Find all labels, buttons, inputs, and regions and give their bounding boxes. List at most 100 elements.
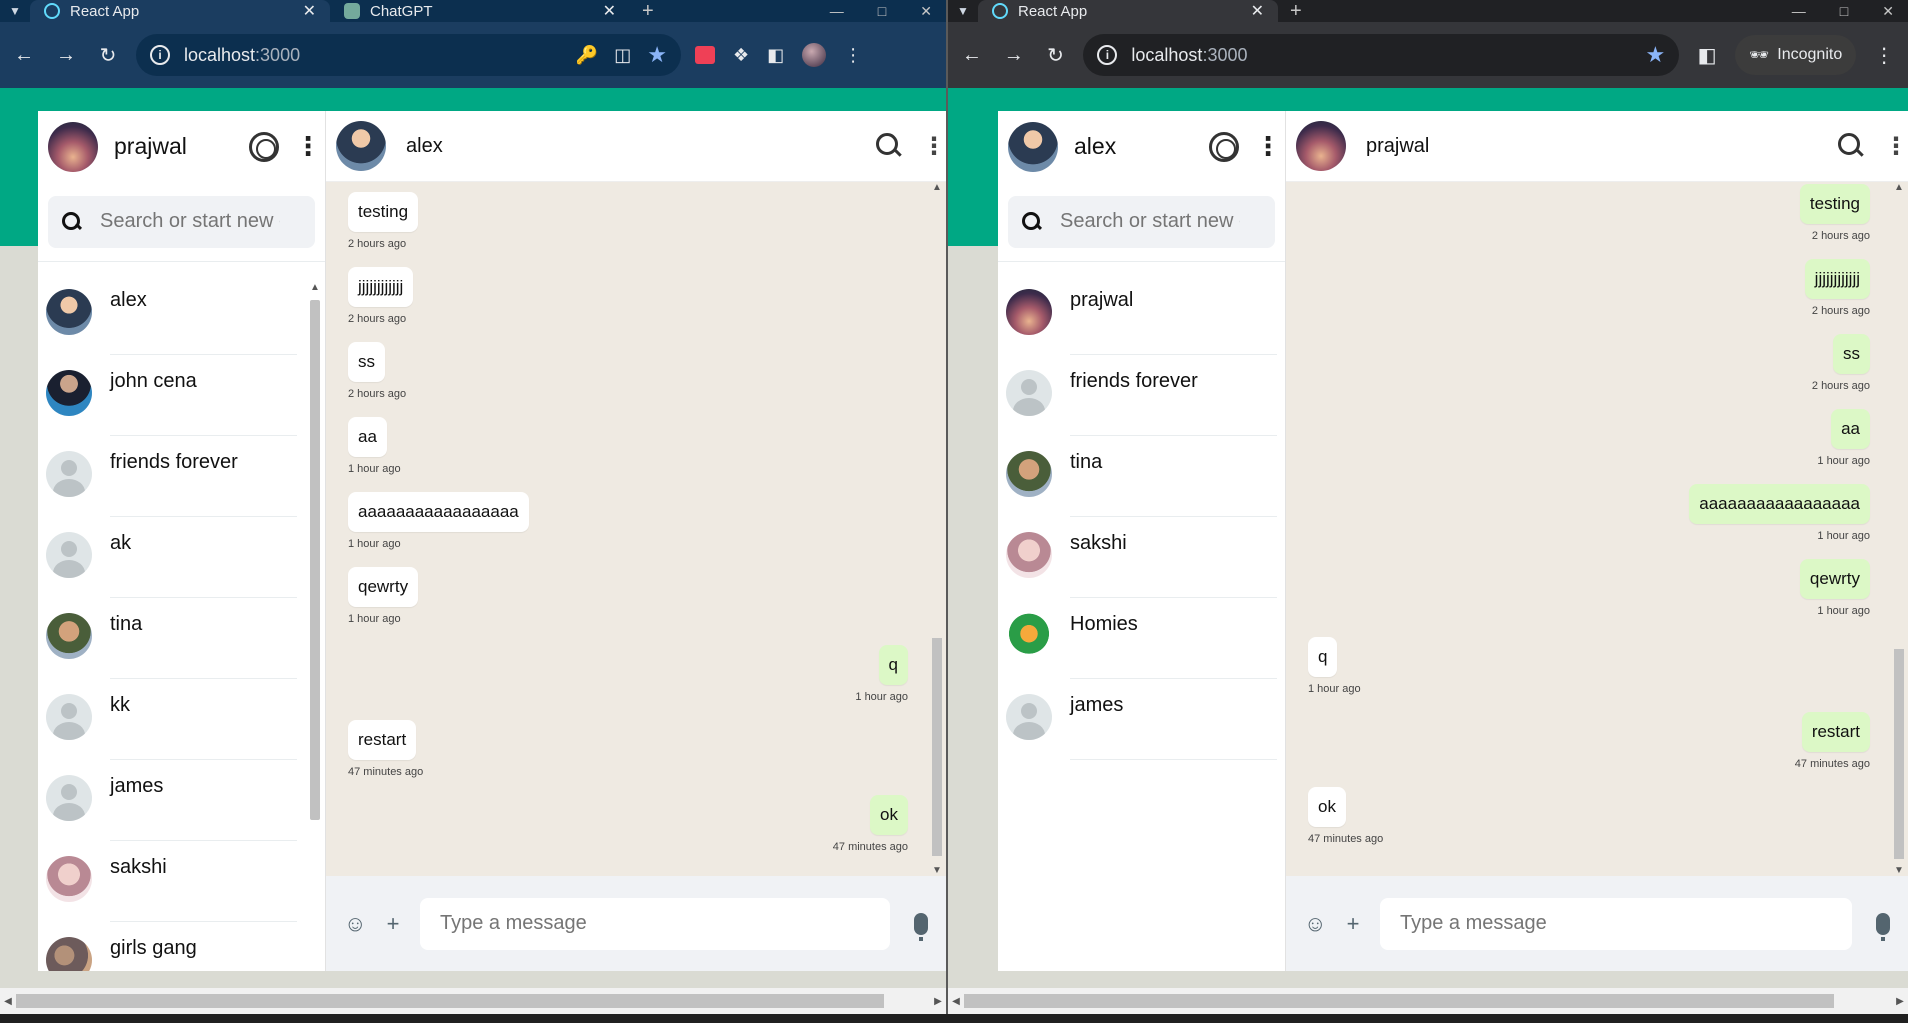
tab-search-icon[interactable]: ▼ xyxy=(948,0,978,22)
scroll-left-icon[interactable]: ◀ xyxy=(948,996,964,1007)
close-icon[interactable]: ✕ xyxy=(603,1,616,21)
install-app-icon[interactable]: ◫ xyxy=(614,45,631,66)
close-window-icon[interactable]: ✕ xyxy=(920,3,932,20)
back-icon[interactable]: ← xyxy=(958,44,986,67)
attach-plus-icon[interactable]: + xyxy=(382,911,404,937)
chat-item-alex[interactable]: alex xyxy=(38,274,325,355)
chat-item-james[interactable]: james xyxy=(38,760,325,841)
message-scrollbar[interactable]: ▲ ▼ xyxy=(1892,182,1906,876)
chat-item-friends-forever[interactable]: friends forever xyxy=(998,355,1285,436)
user-avatar[interactable] xyxy=(48,121,98,172)
new-tab-icon[interactable]: + xyxy=(1278,0,1314,22)
attach-plus-icon[interactable]: + xyxy=(1342,911,1364,937)
scroll-left-icon[interactable]: ◀ xyxy=(0,996,16,1007)
forward-icon[interactable]: → xyxy=(1000,44,1028,67)
chat-item-label: prajwal xyxy=(1070,274,1277,355)
bookmark-star-icon[interactable]: ★ xyxy=(1645,42,1665,68)
chat-item-tina[interactable]: tina xyxy=(38,598,325,679)
bookmark-star-icon[interactable]: ★ xyxy=(647,42,667,68)
scroll-right-icon[interactable]: ▶ xyxy=(930,996,946,1007)
maximize-icon[interactable]: □ xyxy=(878,3,886,19)
scroll-thumb[interactable] xyxy=(310,300,320,820)
pocket-extension-icon[interactable] xyxy=(695,46,715,64)
message-input[interactable] xyxy=(1380,897,1852,950)
maximize-icon[interactable]: □ xyxy=(1840,3,1848,19)
tab-react-app[interactable]: React App ✕ xyxy=(30,0,330,22)
side-panel-icon[interactable]: ◧ xyxy=(1693,43,1721,68)
chat-item-prajwal[interactable]: prajwal xyxy=(998,274,1285,355)
scroll-thumb[interactable] xyxy=(1894,649,1904,859)
scroll-up-icon[interactable]: ▲ xyxy=(1892,182,1906,193)
chat-list-scrollbar[interactable]: ▲ xyxy=(307,282,323,971)
scroll-down-icon[interactable]: ▼ xyxy=(930,865,944,876)
close-window-icon[interactable]: ✕ xyxy=(1882,3,1894,20)
search-area xyxy=(38,182,325,262)
tab-react-app[interactable]: React App ✕ xyxy=(978,0,1278,22)
contact-avatar[interactable] xyxy=(336,121,386,171)
reload-icon[interactable]: ↻ xyxy=(94,43,122,68)
chat-item-friends-forever[interactable]: friends forever xyxy=(38,436,325,517)
emoji-icon[interactable]: ☺ xyxy=(1304,911,1326,937)
tab-search-icon[interactable]: ▼ xyxy=(0,0,30,22)
menu-dots-icon[interactable]: ⋮ xyxy=(1255,131,1281,162)
menu-dots-icon[interactable]: ⋮ xyxy=(1884,132,1908,161)
browser-menu-icon[interactable]: ⋮ xyxy=(844,45,862,66)
scroll-thumb[interactable] xyxy=(16,994,884,1008)
incognito-badge[interactable]: 🕶 Incognito xyxy=(1734,35,1857,75)
chat-item-james[interactable]: james xyxy=(998,679,1285,760)
search-icon[interactable] xyxy=(876,133,902,159)
chat-item-homies[interactable]: Homies xyxy=(998,598,1285,679)
side-panel-icon[interactable]: ◧ xyxy=(767,45,784,66)
site-info-icon[interactable]: i xyxy=(1097,45,1118,65)
chat-item-sakshi[interactable]: sakshi xyxy=(998,517,1285,598)
address-bar[interactable]: i localhost:3000 🔑 ◫ ★ xyxy=(136,34,681,76)
chat-item-ak[interactable]: ak xyxy=(38,517,325,598)
close-icon[interactable]: ✕ xyxy=(1251,1,1264,21)
scroll-right-icon[interactable]: ▶ xyxy=(1892,996,1908,1007)
reload-icon[interactable]: ↻ xyxy=(1042,43,1070,68)
menu-dots-icon[interactable]: ⋮ xyxy=(295,131,321,162)
search-input[interactable] xyxy=(100,210,280,233)
back-icon[interactable]: ← xyxy=(10,44,38,67)
emoji-icon[interactable]: ☺ xyxy=(344,911,366,937)
minimize-icon[interactable]: — xyxy=(830,3,844,19)
close-icon[interactable]: ✕ xyxy=(303,1,316,21)
message-input[interactable] xyxy=(420,897,890,950)
scroll-thumb[interactable] xyxy=(932,638,942,856)
chat-item-kk[interactable]: kk xyxy=(38,679,325,760)
status-icon[interactable] xyxy=(249,131,279,162)
minimize-icon[interactable]: — xyxy=(1792,3,1806,19)
profile-avatar[interactable] xyxy=(802,43,827,67)
tab-chatgpt[interactable]: ChatGPT ✕ xyxy=(330,0,630,22)
horizontal-scrollbar[interactable]: ◀ ▶ xyxy=(948,988,1908,1014)
search-input[interactable] xyxy=(1060,210,1240,233)
taskbar xyxy=(0,1014,1908,1023)
chat-item-label: john cena xyxy=(110,355,297,436)
forward-icon[interactable]: → xyxy=(52,44,80,67)
message-scrollbar[interactable]: ▲ ▼ xyxy=(930,182,944,876)
status-icon[interactable] xyxy=(1209,131,1239,162)
chat-item-girls-gang[interactable]: girls gang xyxy=(38,922,325,971)
menu-dots-icon[interactable]: ⋮ xyxy=(922,132,946,161)
new-tab-icon[interactable]: + xyxy=(630,0,666,22)
chat-item-john-cena[interactable]: john cena xyxy=(38,355,325,436)
extensions-puzzle-icon[interactable]: ❖ xyxy=(733,45,749,66)
site-info-icon[interactable]: i xyxy=(150,45,170,65)
password-key-icon[interactable]: 🔑 xyxy=(576,45,598,66)
page-viewport: prajwal ⋮ alex john cena friends forever… xyxy=(0,88,946,988)
microphone-icon[interactable] xyxy=(1876,912,1890,941)
scroll-up-icon[interactable]: ▲ xyxy=(307,282,323,293)
horizontal-scrollbar[interactable]: ◀ ▶ xyxy=(0,988,946,1014)
chat-item-sakshi[interactable]: sakshi xyxy=(38,841,325,922)
message-time: 47 minutes ago xyxy=(348,766,424,778)
contact-avatar[interactable] xyxy=(1296,121,1346,171)
address-bar[interactable]: i localhost:3000 ★ xyxy=(1083,34,1680,76)
browser-menu-icon[interactable]: ⋮ xyxy=(1870,43,1898,68)
chat-item-tina[interactable]: tina xyxy=(998,436,1285,517)
scroll-up-icon[interactable]: ▲ xyxy=(930,182,944,193)
microphone-icon[interactable] xyxy=(914,912,928,941)
user-avatar[interactable] xyxy=(1008,121,1058,172)
scroll-thumb[interactable] xyxy=(964,994,1834,1008)
search-icon[interactable] xyxy=(1838,133,1864,159)
scroll-down-icon[interactable]: ▼ xyxy=(1892,865,1906,876)
